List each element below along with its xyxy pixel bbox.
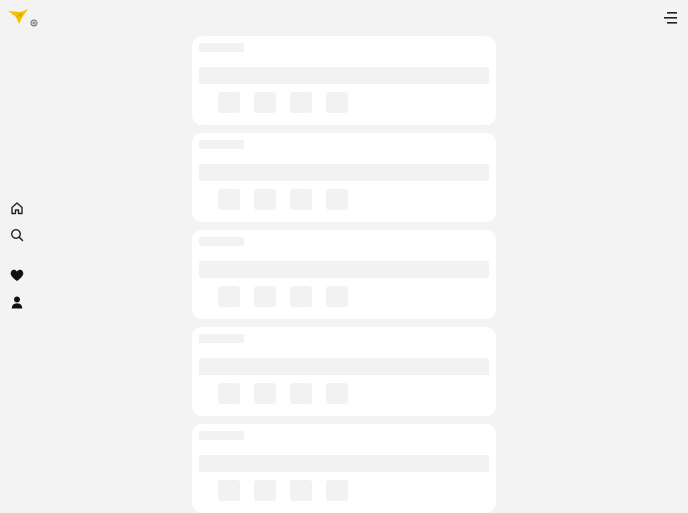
skeleton-action <box>290 383 312 404</box>
search-icon <box>10 228 24 247</box>
skeleton-action <box>218 480 240 501</box>
skeleton-line <box>199 455 489 472</box>
skeleton-card <box>192 424 496 513</box>
skeleton-action <box>254 189 276 210</box>
skeleton-action <box>218 383 240 404</box>
skeleton-action <box>326 383 348 404</box>
skeleton-card <box>192 36 496 125</box>
skeleton-title <box>199 431 244 440</box>
skeleton-card <box>192 133 496 222</box>
skeleton-action <box>326 480 348 501</box>
skeleton-action <box>326 92 348 113</box>
menu-icon[interactable] <box>662 11 678 25</box>
skeleton-title <box>199 43 244 52</box>
nav-home-button[interactable] <box>8 201 26 219</box>
nav-search-button[interactable] <box>8 228 26 246</box>
skeleton-action <box>218 92 240 113</box>
skeleton-action <box>290 189 312 210</box>
skeleton-action <box>290 286 312 307</box>
skeleton-action <box>218 189 240 210</box>
skeleton-line <box>199 358 489 375</box>
nav-profile-button[interactable] <box>8 296 26 314</box>
bird-logo-icon[interactable] <box>8 9 40 29</box>
skeleton-action <box>254 480 276 501</box>
home-icon <box>10 201 24 220</box>
skeleton-action <box>218 286 240 307</box>
user-icon <box>11 296 23 314</box>
skeleton-action <box>254 92 276 113</box>
heart-icon <box>10 269 24 287</box>
skeleton-action <box>326 189 348 210</box>
skeleton-line <box>199 164 489 181</box>
skeleton-title <box>199 237 244 246</box>
skeleton-card <box>192 230 496 319</box>
skeleton-action <box>254 286 276 307</box>
skeleton-action <box>290 92 312 113</box>
skeleton-card <box>192 327 496 416</box>
skeleton-action <box>290 480 312 501</box>
skeleton-title <box>199 334 244 343</box>
nav-favorites-button[interactable] <box>8 269 26 287</box>
skeleton-action <box>326 286 348 307</box>
skeleton-line <box>199 261 489 278</box>
skeleton-line <box>199 67 489 84</box>
skeleton-action <box>254 383 276 404</box>
skeleton-title <box>199 140 244 149</box>
